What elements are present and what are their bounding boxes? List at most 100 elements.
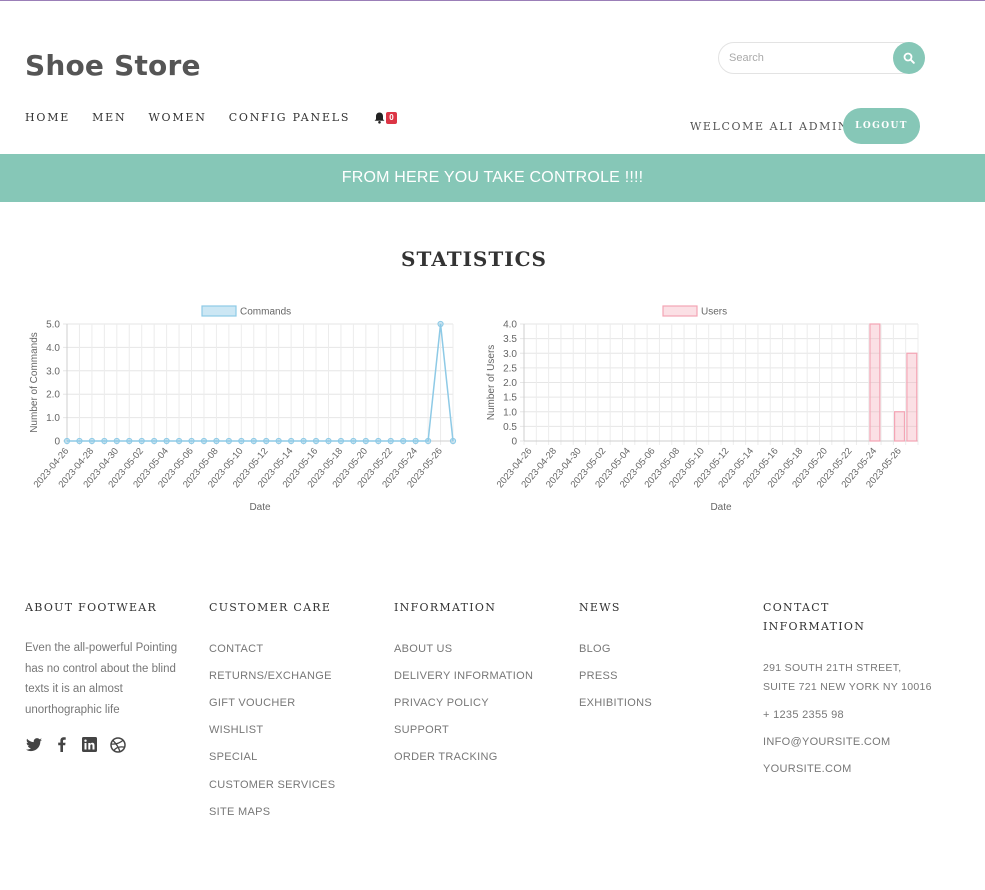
commands-point: [88, 437, 96, 445]
y-tick-label: 4.0: [503, 320, 517, 331]
footer-information-title: INFORMATION: [394, 601, 497, 614]
footer-contact-title-line2: INFORMATION: [763, 620, 866, 633]
footer-link-exhibitions[interactable]: EXHIBITIONS: [579, 697, 652, 709]
y-tick-label: 3.5: [503, 334, 517, 345]
admin-banner: FROM HERE YOU TAKE CONTROLE !!!!: [0, 154, 985, 202]
search-button[interactable]: [893, 42, 925, 74]
commands-point: [188, 437, 195, 445]
y-tick-label: 5.0: [46, 320, 60, 331]
y-tick-label: 0.5: [503, 422, 517, 433]
commands-point: [213, 437, 220, 445]
nav-men[interactable]: MEN: [92, 111, 126, 124]
footer-link-privacy-policy[interactable]: PRIVACY POLICY: [394, 697, 489, 709]
y-tick-label: 2.0: [503, 378, 517, 389]
facebook-icon[interactable]: [53, 736, 70, 753]
brand-logo[interactable]: Shoe Store: [25, 49, 201, 82]
contact-address-line2: SUITE 721 NEW YORK NY 10016: [763, 681, 932, 693]
footer-link-wishlist[interactable]: WISHLIST: [209, 724, 263, 736]
twitter-icon[interactable]: [25, 736, 42, 753]
social-links: [25, 736, 126, 753]
nav-config-panels[interactable]: CONFIG PANELS: [229, 111, 351, 124]
commands-point: [151, 437, 158, 445]
linkedin-icon[interactable]: [81, 736, 98, 753]
legend-label: Commands: [240, 307, 291, 318]
footer-link-support[interactable]: SUPPORT: [394, 724, 449, 736]
search-input[interactable]: [718, 42, 918, 74]
footer-customer-care: CUSTOMER CARE CONTACT RETURNS/EXCHANGE G…: [209, 598, 379, 828]
footer-link-contact[interactable]: CONTACT: [209, 643, 263, 655]
commands-point: [350, 437, 357, 445]
commands-point: [412, 437, 419, 445]
footer-link-blog[interactable]: BLOG: [579, 643, 611, 655]
welcome-text: WELCOME ALI ADMIN: [690, 120, 850, 133]
y-tick-label: 1.0: [503, 407, 517, 418]
footer-link-press[interactable]: PRESS: [579, 670, 618, 682]
bell-icon: [374, 112, 385, 124]
users-chart: Users00.51.01.52.02.53.03.54.02023-04-26…: [486, 305, 919, 513]
commands-point: [275, 437, 282, 445]
x-axis-title: Date: [710, 502, 732, 513]
footer-link-gift-voucher[interactable]: GIFT VOUCHER: [209, 697, 296, 709]
legend-swatch: [662, 305, 698, 317]
legend-swatch: [201, 305, 237, 317]
commands-point: [325, 437, 332, 445]
y-tick-label: 3.0: [503, 349, 517, 360]
y-axis-title: Number of Commands: [29, 332, 40, 433]
commands-chart: Commands01.02.03.04.05.02023-04-262023-0…: [29, 305, 457, 513]
legend-label: Users: [701, 307, 727, 318]
commands-point: [126, 437, 133, 445]
logout-button[interactable]: LOGOUT: [843, 108, 920, 144]
notification-count-badge: 0: [386, 111, 397, 124]
commands-line: [67, 323, 454, 442]
y-tick-label: 4.0: [46, 343, 60, 354]
footer-link-special[interactable]: SPECIAL: [209, 751, 258, 763]
contact-address-line1: 291 SOUTH 21TH STREET,: [763, 662, 902, 674]
y-axis-title: Number of Users: [486, 345, 497, 421]
commands-point: [300, 437, 307, 445]
contact-phone[interactable]: + 1235 2355 98: [763, 709, 844, 721]
search-icon: [903, 52, 915, 64]
statistics-title: STATISTICS: [401, 247, 547, 271]
commands-point: [387, 437, 394, 445]
footer-about-text: Even the all-powerful Pointing has no co…: [25, 642, 178, 716]
commands-point: [362, 437, 369, 445]
contact-website[interactable]: YOURSITE.COM: [763, 763, 852, 775]
dribbble-icon[interactable]: [109, 736, 126, 753]
footer-link-order-tracking[interactable]: ORDER TRACKING: [394, 751, 498, 763]
footer-link-site-maps[interactable]: SITE MAPS: [209, 806, 270, 818]
contact-email[interactable]: INFO@YOURSITE.COM: [763, 736, 891, 748]
footer-link-about-us[interactable]: ABOUT US: [394, 643, 452, 655]
commands-point: [375, 437, 382, 445]
footer-news-title: NEWS: [579, 601, 621, 614]
commands-point: [63, 437, 71, 445]
commands-point: [424, 437, 432, 445]
commands-point: [263, 437, 270, 445]
commands-point: [250, 437, 257, 445]
users-bar: [906, 352, 918, 442]
commands-point: [101, 437, 108, 445]
banner-text: FROM HERE YOU TAKE CONTROLE !!!!: [341, 169, 644, 186]
footer-about-title: ABOUT FOOTWEAR: [25, 601, 158, 614]
commands-point: [449, 437, 457, 445]
commands-point: [312, 437, 320, 445]
main-nav: HOME MEN WOMEN CONFIG PANELS 0: [25, 111, 397, 124]
nav-women[interactable]: WOMEN: [148, 111, 206, 124]
y-tick-label: 2.5: [503, 363, 517, 374]
commands-point: [113, 437, 120, 445]
commands-point: [437, 320, 444, 328]
y-tick-label: 1.0: [46, 413, 60, 424]
footer-contact: CONTACT INFORMATION 291 SOUTH 21TH STREE…: [763, 598, 963, 788]
commands-point: [238, 437, 245, 445]
footer-link-customer-services[interactable]: CUSTOMER SERVICES: [209, 779, 335, 791]
nav-home[interactable]: HOME: [25, 111, 70, 124]
footer-link-delivery-information[interactable]: DELIVERY INFORMATION: [394, 670, 533, 682]
commands-point: [163, 437, 170, 445]
commands-point: [175, 437, 183, 445]
footer-link-returns[interactable]: RETURNS/EXCHANGE: [209, 670, 332, 682]
footer-contact-title: CONTACT INFORMATION: [763, 598, 963, 636]
footer-information: INFORMATION ABOUT US DELIVERY INFORMATIO…: [394, 598, 564, 778]
commands-point: [76, 437, 83, 445]
commands-point: [225, 437, 232, 445]
notifications-button[interactable]: 0: [374, 111, 397, 124]
y-tick-label: 0: [511, 437, 517, 448]
